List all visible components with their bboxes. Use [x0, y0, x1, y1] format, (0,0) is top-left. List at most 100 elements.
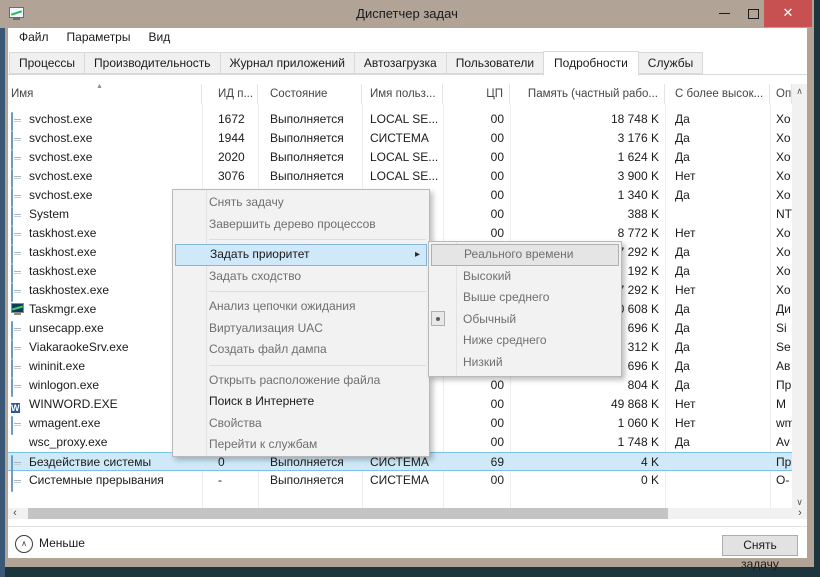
priority-submenu: Реального времениВысокий Выше среднего Обы… — [428, 241, 622, 377]
cell-col-description: M — [770, 395, 792, 414]
cell-col-elevated — [665, 471, 770, 490]
tab-журнал-приложений[interactable]: Журнал приложений — [220, 52, 355, 74]
cell-col-memory: 1 060 K — [510, 414, 665, 433]
close-icon: ✕ — [764, 0, 812, 27]
cell-col-cpu: 00 — [443, 395, 510, 414]
context-menu-item-6[interactable]: Анализ цепочки ожидания — [173, 296, 429, 318]
scroll-right-icon[interactable]: › — [793, 508, 807, 519]
priority-item-label: Низкий — [429, 355, 503, 369]
collapse-details-label[interactable]: Меньше — [39, 535, 85, 551]
context-menu-item-0[interactable]: Снять задачу — [173, 192, 429, 214]
chevron-up-icon: ∧ — [21, 539, 27, 548]
header-col-cpu[interactable]: ЦП — [443, 84, 510, 104]
cell-col-elevated: Да — [665, 243, 770, 262]
cell-col-description: Хо — [770, 167, 792, 186]
cell-col-description: Пр — [770, 376, 792, 395]
priority-item-5[interactable]: Низкий — [429, 352, 621, 374]
cell-col-cpu: 00 — [443, 471, 510, 490]
header-col-status[interactable]: Состояние — [258, 84, 362, 104]
cell-col-cpu: 00 — [443, 167, 510, 186]
priority-item-2[interactable]: Выше среднего — [429, 287, 621, 309]
radio-selected-icon — [431, 311, 445, 326]
table-row[interactable]: svchost.exe1672ВыполняетсяLOCAL SE...001… — [8, 110, 792, 129]
cell-col-cpu: 00 — [443, 129, 510, 148]
vertical-scrollbar[interactable]: ∧ ∨ — [792, 84, 807, 510]
menubar-item-2[interactable]: Вид — [139, 28, 179, 46]
context-menu-item-1[interactable]: Завершить дерево процессов — [173, 214, 429, 236]
menu-separator — [173, 235, 429, 244]
cell-col-elevated: Да — [665, 319, 770, 338]
horizontal-scrollbar-thumb[interactable] — [28, 508, 668, 519]
maximize-icon — [748, 9, 759, 19]
cell-col-pid: 1672 — [202, 110, 258, 129]
priority-item-label: Выше среднего — [429, 290, 549, 304]
context-menu-item-7[interactable]: Виртуализация UAC — [173, 318, 429, 340]
collapse-details-button[interactable]: ∧ — [15, 535, 33, 553]
scroll-up-icon[interactable]: ∧ — [792, 84, 807, 99]
cell-col-user: LOCAL SE... — [362, 148, 443, 167]
priority-item-0[interactable]: Реального времени — [431, 244, 619, 266]
cell-col-elevated — [665, 205, 770, 224]
context-menu-item-label: Задать сходство — [173, 269, 301, 283]
cell-col-cpu: 00 — [443, 414, 510, 433]
cell-col-pid: 2020 — [202, 148, 258, 167]
submenu-arrow-icon: ▸ — [415, 245, 420, 265]
tab-службы[interactable]: Службы — [638, 52, 703, 74]
tab-пользователи[interactable]: Пользователи — [446, 52, 544, 74]
table-row[interactable]: svchost.exe2020ВыполняетсяLOCAL SE...001… — [8, 148, 792, 167]
titlebar[interactable]: Диспетчер задач ✕ — [0, 0, 814, 28]
context-menu-item-8[interactable]: Создать файл дампа — [173, 339, 429, 361]
header-col-memory[interactable]: Память (частный рабо... — [510, 84, 665, 104]
tab-автозагрузка[interactable]: Автозагрузка — [354, 52, 447, 74]
maximize-button[interactable] — [740, 0, 766, 27]
table-row[interactable]: svchost.exe3076ВыполняетсяLOCAL SE...003… — [8, 167, 792, 186]
menubar-item-1[interactable]: Параметры — [58, 28, 140, 46]
header-col-pid[interactable]: ИД п... — [202, 84, 258, 104]
priority-item-1[interactable]: Высокий — [429, 266, 621, 288]
close-button[interactable]: ✕ — [764, 0, 812, 27]
cell-col-status: Выполняется — [258, 471, 362, 490]
desktop: Диспетчер задач ✕ ФайлПараметрыВид Проце… — [0, 0, 820, 577]
cell-col-name: svchost.exe — [8, 129, 202, 148]
cell-col-description: Хо — [770, 262, 792, 281]
context-menu-item-11[interactable]: Поиск в Интернете — [173, 391, 429, 413]
cell-col-pid: 3076 — [202, 167, 258, 186]
menu-bar: ФайлПараметрыВид — [10, 28, 179, 48]
header-col-user[interactable]: Имя польз... — [362, 84, 443, 104]
priority-item-3[interactable]: Обычный — [429, 309, 621, 331]
cell-col-elevated: Нет — [665, 395, 770, 414]
cell-col-status: Выполняется — [258, 148, 362, 167]
tab-процессы[interactable]: Процессы — [9, 52, 85, 74]
priority-item-label: Ниже среднего — [429, 333, 547, 347]
scroll-left-icon[interactable]: ‹ — [8, 508, 22, 519]
minimize-button[interactable] — [710, 0, 738, 27]
cell-col-name: svchost.exe — [8, 148, 202, 167]
header-col-description[interactable]: Оп — [770, 84, 792, 104]
footer: ∧ Меньше Снять задачу — [8, 527, 807, 558]
context-menu-item-3[interactable]: Задать приоритет▸ — [175, 244, 427, 266]
tab-производительность[interactable]: Производительность — [84, 52, 220, 74]
cell-col-cpu: 00 — [443, 186, 510, 205]
header-col-name[interactable]: Имя — [8, 84, 202, 104]
horizontal-scrollbar[interactable]: ‹ › — [8, 508, 807, 519]
context-menu-item-4[interactable]: Задать сходство — [173, 266, 429, 288]
context-menu-item-12[interactable]: Свойства — [173, 413, 429, 435]
cell-col-elevated: Да — [665, 357, 770, 376]
desktop-edge — [0, 28, 5, 577]
cell-col-status: Выполняется — [258, 167, 362, 186]
context-menu-item-10[interactable]: Открыть расположение файла — [173, 370, 429, 392]
menubar-item-0[interactable]: Файл — [10, 28, 58, 46]
table-row[interactable]: Системные прерывания-ВыполняетсяСИСТЕМА0… — [8, 471, 792, 490]
end-task-button[interactable]: Снять задачу — [722, 535, 798, 556]
context-menu-item-label: Анализ цепочки ожидания — [173, 299, 355, 313]
tab-подробности[interactable]: Подробности — [543, 51, 639, 76]
header-col-elevated[interactable]: С более высок... — [665, 84, 770, 104]
cell-col-memory: 0 K — [510, 471, 665, 490]
cell-col-elevated: Нет — [665, 281, 770, 300]
context-menu-item-13[interactable]: Перейти к службам — [173, 434, 429, 456]
cell-col-elevated: Да — [665, 376, 770, 395]
priority-item-4[interactable]: Ниже среднего — [429, 330, 621, 352]
cell-col-memory: 388 K — [510, 205, 665, 224]
table-row[interactable]: svchost.exe1944ВыполняетсяСИСТЕМА003 176… — [8, 129, 792, 148]
window-title: Диспетчер задач — [0, 0, 814, 28]
